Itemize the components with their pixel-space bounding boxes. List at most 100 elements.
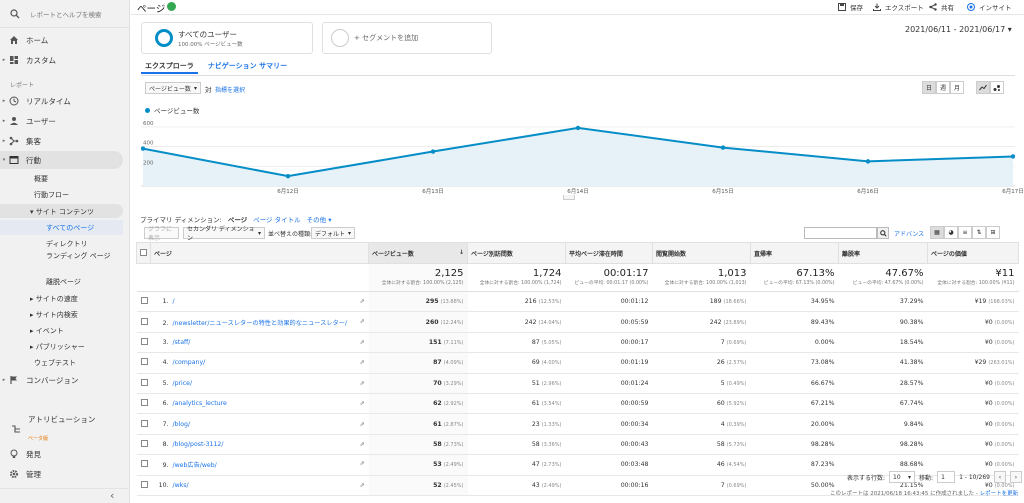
- sidebar-item-discover[interactable]: 発見: [0, 446, 128, 462]
- refresh-report-link[interactable]: レポートを更新: [980, 491, 1019, 497]
- sidebar-item-exit-page[interactable]: 離脱ページ: [46, 277, 81, 287]
- tab-explorer[interactable]: エクスプローラ: [141, 60, 198, 74]
- next-page-button[interactable]: ›: [1009, 471, 1022, 483]
- sidebar-item-attribution[interactable]: アトリビューション ベータ版: [8, 415, 128, 442]
- prev-page-button[interactable]: ‹: [993, 471, 1006, 483]
- open-link-icon[interactable]: ⇗: [359, 421, 364, 428]
- sidebar-item-home[interactable]: ホーム: [0, 32, 128, 48]
- header-exit-rate[interactable]: 離脱率: [838, 242, 928, 264]
- sidebar-item-landing-page[interactable]: ランディング ページ: [46, 251, 111, 261]
- table-row[interactable]: 6./analytics_lecture ⇗ 62 (2.92%) 61 (3.54%…: [136, 393, 1019, 415]
- sidebar-item-overview[interactable]: 概要: [34, 174, 48, 184]
- row-checkbox[interactable]: [140, 460, 148, 468]
- rows-per-page-select[interactable]: 10 ▾: [889, 471, 916, 483]
- sidebar-item-events[interactable]: ▸ イベント: [30, 326, 64, 336]
- table-view-icon[interactable]: ▦: [930, 226, 944, 239]
- table-row[interactable]: 1. / ⇗ 295 (13.88%) 216 (12.53%) 00:01:12 189 …: [136, 291, 1019, 313]
- export-button[interactable]: エクスポート: [873, 2, 924, 12]
- save-button[interactable]: 保存: [838, 2, 863, 12]
- sidebar-item-realtime[interactable]: ▸ リアルタイム: [0, 93, 128, 109]
- page-path-link[interactable]: /staff/: [173, 339, 191, 346]
- line-chart-icon[interactable]: [976, 81, 990, 94]
- sidebar-item-behavior-flow[interactable]: 行動フロー: [34, 190, 69, 200]
- row-checkbox[interactable]: [140, 337, 148, 345]
- row-checkbox[interactable]: [140, 297, 148, 305]
- header-entrances[interactable]: 閲覧開始数: [652, 242, 751, 264]
- sidebar-item-acquisition[interactable]: ▸ 集客: [0, 133, 128, 149]
- header-page[interactable]: ページ: [150, 242, 369, 264]
- page-path-link[interactable]: /web広告/web/: [173, 462, 217, 469]
- sidebar-item-site-search[interactable]: ▸ サイト内検索: [30, 310, 78, 320]
- open-link-icon[interactable]: ⇗: [359, 380, 364, 387]
- period-month-button[interactable]: 月: [950, 81, 964, 94]
- table-row[interactable]: 8./blog/post-3112/⇗ 58 (2.73%) 58 (3.36%) 0…: [136, 434, 1019, 456]
- row-checkbox[interactable]: [140, 378, 148, 386]
- advanced-filter-link[interactable]: アドバンス: [894, 229, 924, 238]
- table-row[interactable]: 2. /newsletter/ニュースレターの特性と効果的なニュースレター/ ⇗ 26…: [136, 311, 1019, 333]
- dimension-other[interactable]: その他 ▾: [307, 214, 332, 224]
- chart-point[interactable]: [720, 145, 726, 150]
- tab-navigation-summary[interactable]: ナビゲーション サマリー: [204, 60, 291, 74]
- table-row[interactable]: 4./company/⇗ 87 (4.09%) 69 (4.00%) 00:01:19…: [136, 352, 1019, 374]
- open-link-icon[interactable]: ⇗: [359, 482, 364, 489]
- sidebar-search[interactable]: レポートとヘルプを検索: [0, 0, 129, 28]
- table-search-button[interactable]: [877, 227, 889, 239]
- sort-type-select[interactable]: デフォルト ▾: [311, 227, 355, 239]
- header-avg-time[interactable]: 平均ページ滞在時間: [565, 242, 653, 264]
- sidebar-item-all-pages[interactable]: すべてのページ: [46, 223, 94, 233]
- add-segment-button[interactable]: + セグメントを追加: [322, 22, 492, 54]
- metric-select[interactable]: ページビュー数 ▾: [145, 82, 201, 94]
- row-checkbox[interactable]: [140, 419, 148, 427]
- secondary-dimension-select[interactable]: セカンダリ ディメンション ▾: [183, 226, 265, 242]
- segment-all-users[interactable]: すべてのユーザー 100.00% ページビュー数: [141, 22, 313, 54]
- row-checkbox[interactable]: [140, 358, 148, 366]
- page-path-link[interactable]: /: [173, 298, 175, 305]
- period-week-button[interactable]: 週: [936, 81, 950, 94]
- sidebar-item-web-test[interactable]: ウェブテスト: [34, 358, 76, 368]
- sidebar-item-custom[interactable]: ▸ カスタム: [0, 52, 128, 68]
- page-path-link[interactable]: /price/: [173, 380, 193, 387]
- page-path-link[interactable]: /newsletter/ニュースレターの特性と効果的なニュースレター/: [173, 320, 348, 327]
- header-pageviews[interactable]: ページビュー数 ↓: [368, 242, 468, 264]
- header-page-value[interactable]: ページの価値: [927, 242, 1019, 264]
- sidebar-item-admin[interactable]: 管理: [0, 466, 128, 482]
- sidebar-item-site-content[interactable]: ▾ サイト コンテンツ: [30, 207, 94, 217]
- row-checkbox[interactable]: [140, 480, 148, 488]
- open-link-icon[interactable]: ⇗: [359, 400, 364, 407]
- table-row[interactable]: 3./staff/⇗ 151 (7.11%) 87 (5.05%) 00:00:17 7…: [136, 332, 1019, 354]
- chart-point[interactable]: [575, 125, 581, 131]
- chart-point[interactable]: [285, 173, 291, 179]
- open-link-icon[interactable]: ⇗: [359, 460, 364, 467]
- plot-rows-button[interactable]: グラフに表示: [144, 226, 179, 242]
- open-link-icon[interactable]: ⇗: [359, 339, 364, 346]
- sidebar-item-conversions[interactable]: ▸ コンバージョン: [0, 372, 128, 388]
- sidebar-item-users[interactable]: ▸ ユーザー: [0, 113, 128, 129]
- open-link-icon[interactable]: ⇗: [359, 441, 364, 448]
- sidebar-item-directory[interactable]: ディレクトリ: [46, 239, 88, 249]
- comparison-view-icon[interactable]: ⇅: [972, 226, 986, 239]
- sidebar-item-behavior[interactable]: ▾ 行動: [0, 152, 128, 168]
- open-link-icon[interactable]: ⇗: [359, 318, 364, 325]
- table-search-input[interactable]: [804, 227, 877, 239]
- table-row[interactable]: 7./blog/⇗ 61 (2.87%) 23 (1.33%) 00:00:34 4 (…: [136, 413, 1019, 435]
- collapse-sidebar-button[interactable]: ‹: [110, 489, 114, 502]
- row-checkbox[interactable]: [140, 439, 148, 447]
- sidebar-item-site-speed[interactable]: ▸ サイトの速度: [30, 294, 78, 304]
- insights-button[interactable]: インサイト: [967, 2, 1012, 12]
- page-path-link[interactable]: /blog/: [173, 421, 191, 428]
- page-path-link[interactable]: /blog/post-3112/: [173, 441, 224, 448]
- open-link-icon[interactable]: ⇗: [359, 298, 364, 305]
- pie-view-icon[interactable]: ◕: [944, 226, 958, 239]
- page-path-link[interactable]: /company/: [173, 359, 206, 366]
- dimension-page[interactable]: ページ: [228, 214, 247, 224]
- period-day-button[interactable]: 日: [922, 81, 936, 94]
- share-button[interactable]: 共有: [929, 2, 954, 12]
- sidebar-item-publisher[interactable]: ▸ パブリッシャー: [30, 342, 85, 352]
- motion-chart-icon[interactable]: [990, 81, 1004, 94]
- row-checkbox[interactable]: [140, 399, 148, 407]
- chart-point[interactable]: [141, 146, 146, 151]
- chart-point[interactable]: [430, 149, 436, 154]
- select-all-checkbox[interactable]: [140, 248, 147, 256]
- performance-view-icon[interactable]: ≡: [958, 226, 972, 239]
- header-unique-pageviews[interactable]: ページ別訪問数: [467, 242, 566, 264]
